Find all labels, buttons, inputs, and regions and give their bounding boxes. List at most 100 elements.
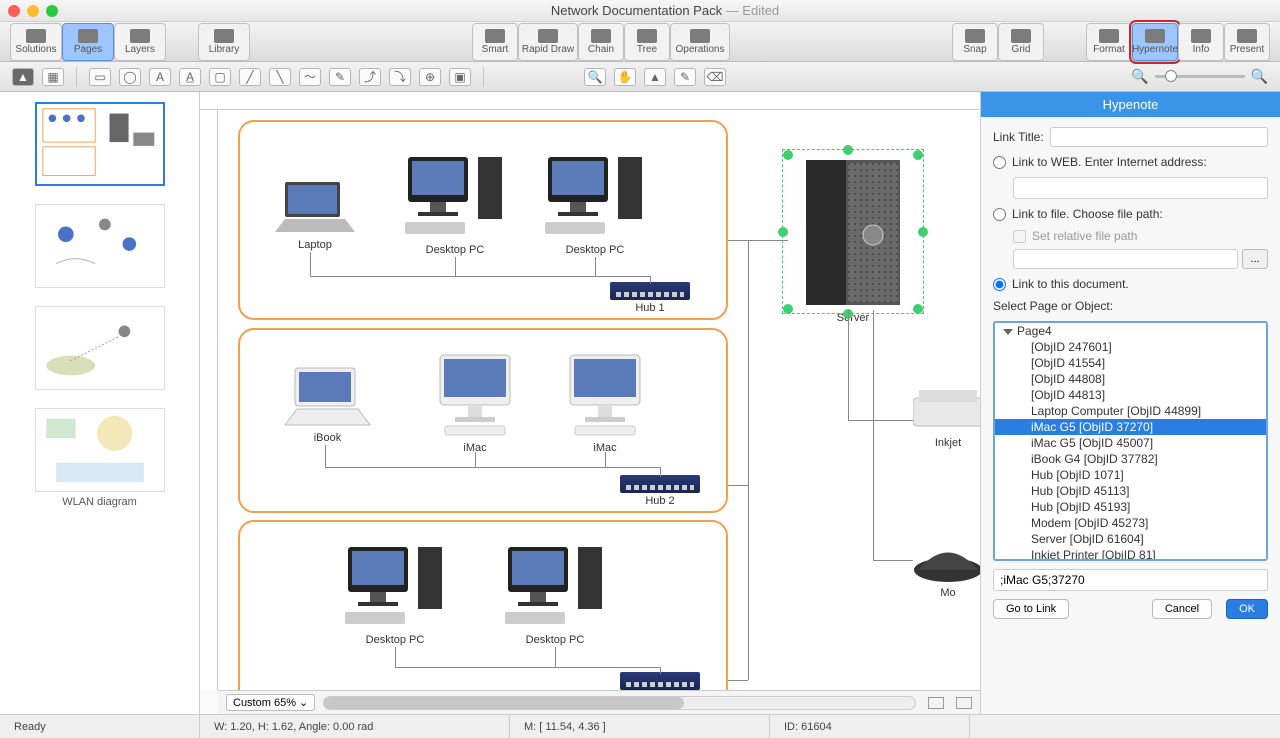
- selection-handle[interactable]: [918, 227, 928, 237]
- link-doc-row[interactable]: Link to this document.: [993, 277, 1268, 291]
- tree-button[interactable]: Tree: [624, 23, 670, 61]
- thumbnail-1[interactable]: [35, 102, 165, 186]
- select-tool[interactable]: ▲: [12, 68, 34, 86]
- tree-node[interactable]: Modem [ObjID 45273]: [995, 515, 1266, 531]
- device-hub-3[interactable]: Hub 3: [620, 672, 700, 690]
- eyedropper-tool[interactable]: ✎: [674, 68, 696, 86]
- device-hub-2[interactable]: Hub 2: [620, 475, 700, 507]
- arc-tool[interactable]: ╲: [269, 68, 291, 86]
- close-icon[interactable]: [8, 5, 20, 17]
- thumbnail-4[interactable]: [35, 408, 165, 492]
- stamp-tool[interactable]: ▲: [644, 68, 666, 86]
- object-tree[interactable]: Page4 [ObjID 247601][ObjID 41554][ObjID …: [993, 321, 1268, 561]
- zoom-out-icon[interactable]: 🔍: [1131, 68, 1148, 85]
- snap-button[interactable]: Snap: [952, 23, 998, 61]
- relative-path-row[interactable]: Set relative file path: [1013, 229, 1268, 243]
- selection-handle[interactable]: [778, 227, 788, 237]
- tree-node[interactable]: Hub [ObjID 45113]: [995, 483, 1266, 499]
- device-server[interactable]: Server: [788, 155, 918, 324]
- connector2-tool[interactable]: ⤵: [389, 68, 411, 86]
- web-address-input[interactable]: [1013, 177, 1268, 199]
- callout-tool[interactable]: ▢: [209, 68, 231, 86]
- grid-button[interactable]: Grid: [998, 23, 1044, 61]
- tree-node[interactable]: [ObjID 44808]: [995, 371, 1266, 387]
- thumbnail-3[interactable]: [35, 306, 165, 390]
- zoom-track[interactable]: [1155, 75, 1245, 78]
- tree-node[interactable]: Server [ObjID 61604]: [995, 531, 1266, 547]
- link-web-radio[interactable]: [993, 156, 1006, 169]
- smart-button[interactable]: Smart: [472, 23, 518, 61]
- pen-tool[interactable]: ✎: [329, 68, 351, 86]
- tree-node[interactable]: Hub [ObjID 1071]: [995, 467, 1266, 483]
- hypernote-button[interactable]: Hypernote: [1132, 23, 1178, 61]
- zoom-select[interactable]: Custom 65% ⌄: [226, 694, 315, 711]
- cancel-button[interactable]: Cancel: [1152, 599, 1212, 619]
- relative-path-checkbox[interactable]: [1013, 230, 1026, 243]
- device-inkjet[interactable]: Inkjet: [913, 390, 980, 449]
- hand-tool[interactable]: ✋: [614, 68, 636, 86]
- rect-tool[interactable]: ▭: [89, 68, 111, 86]
- minimize-icon[interactable]: [27, 5, 39, 17]
- link-doc-radio[interactable]: [993, 278, 1006, 291]
- h-scroll-thumb[interactable]: [324, 697, 684, 709]
- tree-node[interactable]: Laptop Computer [ObjID 44899]: [995, 403, 1266, 419]
- file-path-input[interactable]: [1013, 249, 1238, 269]
- device-desktop-4[interactable]: Desktop PC: [500, 542, 610, 646]
- info-button[interactable]: Info: [1178, 23, 1224, 61]
- device-imac-1[interactable]: iMac: [430, 350, 520, 454]
- device-desktop-2[interactable]: Desktop PC: [540, 152, 650, 256]
- chain-button[interactable]: Chain: [578, 23, 624, 61]
- device-ibook[interactable]: iBook: [280, 365, 375, 444]
- page-setup-icon-2[interactable]: [956, 697, 972, 709]
- cluster-2[interactable]: iBook iMac iMac Hub 2: [238, 328, 728, 513]
- selection-handle[interactable]: [913, 150, 923, 160]
- operations-button[interactable]: Operations: [670, 23, 730, 61]
- device-hub-1[interactable]: Hub 1: [610, 282, 690, 314]
- ellipse-tool[interactable]: ◯: [119, 68, 141, 86]
- marquee-tool[interactable]: ▦: [42, 68, 64, 86]
- tree-node[interactable]: [ObjID 247601]: [995, 339, 1266, 355]
- selection-handle[interactable]: [843, 145, 853, 155]
- tree-node[interactable]: Inkjet Printer [ObjID 81]: [995, 547, 1266, 561]
- cluster-3[interactable]: Desktop PC Desktop PC Hub 3: [238, 520, 728, 690]
- link-file-row[interactable]: Link to file. Choose file path:: [993, 207, 1268, 221]
- cluster-1[interactable]: Laptop Desktop PC Desktop PC Hub 1: [238, 120, 728, 320]
- text-block-tool[interactable]: A̲: [179, 68, 201, 86]
- browse-button[interactable]: ...: [1242, 249, 1268, 269]
- tree-node[interactable]: iMac G5 [ObjID 37270]: [995, 419, 1266, 435]
- ok-button[interactable]: OK: [1226, 599, 1268, 619]
- tree-root[interactable]: Page4: [995, 323, 1266, 339]
- device-desktop-3[interactable]: Desktop PC: [340, 542, 450, 646]
- line-tool[interactable]: ╱: [239, 68, 261, 86]
- device-imac-2[interactable]: iMac: [560, 350, 650, 454]
- device-desktop-1[interactable]: Desktop PC: [400, 152, 510, 256]
- rapid-draw-button[interactable]: Rapid Draw: [518, 23, 578, 61]
- page-setup-icon[interactable]: [928, 697, 944, 709]
- selection-handle[interactable]: [783, 150, 793, 160]
- crop-tool[interactable]: ▣: [449, 68, 471, 86]
- go-to-link-button[interactable]: Go to Link: [993, 599, 1069, 619]
- tree-node[interactable]: iBook G4 [ObjID 37782]: [995, 451, 1266, 467]
- text-tool[interactable]: A: [149, 68, 171, 86]
- curve-tool[interactable]: ～: [299, 68, 321, 86]
- solutions-button[interactable]: Solutions: [10, 23, 62, 61]
- zoom-thumb[interactable]: [1165, 70, 1177, 82]
- selection-handle[interactable]: [913, 304, 923, 314]
- object-path-input[interactable]: [993, 569, 1268, 591]
- h-scroll-track[interactable]: [323, 696, 916, 710]
- link-title-input[interactable]: [1050, 127, 1268, 147]
- tree-node[interactable]: Hub [ObjID 45193]: [995, 499, 1266, 515]
- pages-button[interactable]: Pages: [62, 23, 114, 61]
- selection-handle[interactable]: [783, 304, 793, 314]
- thumbnail-2[interactable]: [35, 204, 165, 288]
- present-button[interactable]: Present: [1224, 23, 1270, 61]
- tree-node[interactable]: iMac G5 [ObjID 45007]: [995, 435, 1266, 451]
- device-laptop[interactable]: Laptop: [270, 177, 360, 251]
- library-button[interactable]: Library: [198, 23, 250, 61]
- connector-tool[interactable]: ⤴: [359, 68, 381, 86]
- eraser-tool[interactable]: ⌫: [704, 68, 726, 86]
- link-file-radio[interactable]: [993, 208, 1006, 221]
- link-web-row[interactable]: Link to WEB. Enter Internet address:: [993, 155, 1268, 169]
- format-button[interactable]: Format: [1086, 23, 1132, 61]
- tree-node[interactable]: [ObjID 41554]: [995, 355, 1266, 371]
